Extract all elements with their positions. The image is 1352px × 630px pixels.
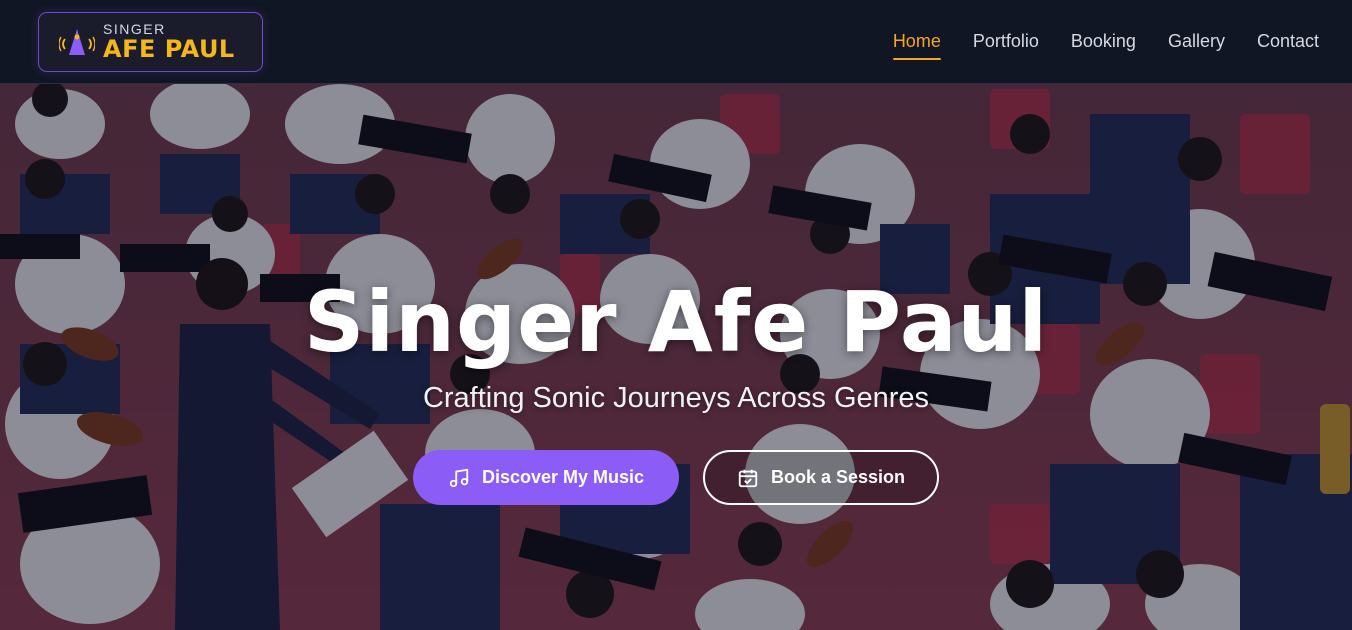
calendar-check-icon (738, 469, 758, 487)
hero-content: Singer Afe Paul Crafting Sonic Journeys … (0, 84, 1352, 630)
book-session-label: Book a Session (770, 467, 906, 487)
hero-title: Singer Afe Paul (303, 273, 1049, 371)
discover-music-label: Discover My Music (481, 467, 645, 487)
nav-portfolio-link[interactable]: Portfolio (973, 25, 1039, 58)
main-menu: Home Portfolio Booking Gallery Contact (892, 25, 1319, 60)
brand-logo[interactable]: SINGER AFE PAUL (38, 11, 263, 72)
discover-music-button[interactable]: Discover My Music (413, 450, 679, 505)
nav-home-link[interactable]: Home (892, 25, 941, 60)
nav-booking-link[interactable]: Booking (1071, 25, 1136, 58)
nav-contact-link[interactable]: Contact (1257, 25, 1319, 58)
book-session-button[interactable]: Book a Session (703, 450, 939, 505)
brand-top-text: SINGER (103, 21, 166, 37)
music-note-icon (449, 468, 469, 487)
brand-name: AFE PAUL (103, 35, 235, 63)
hero-buttons: Discover My Music Book a Session (413, 450, 939, 505)
music-speaker-logo-icon (59, 28, 95, 55)
hero-section: Singer Afe Paul Crafting Sonic Journeys … (0, 84, 1352, 630)
top-navbar: SINGER AFE PAUL Home Portfolio Booking G… (0, 0, 1352, 84)
nav-gallery-link[interactable]: Gallery (1168, 25, 1225, 58)
hero-subtitle: Crafting Sonic Journeys Across Genres (422, 382, 930, 414)
